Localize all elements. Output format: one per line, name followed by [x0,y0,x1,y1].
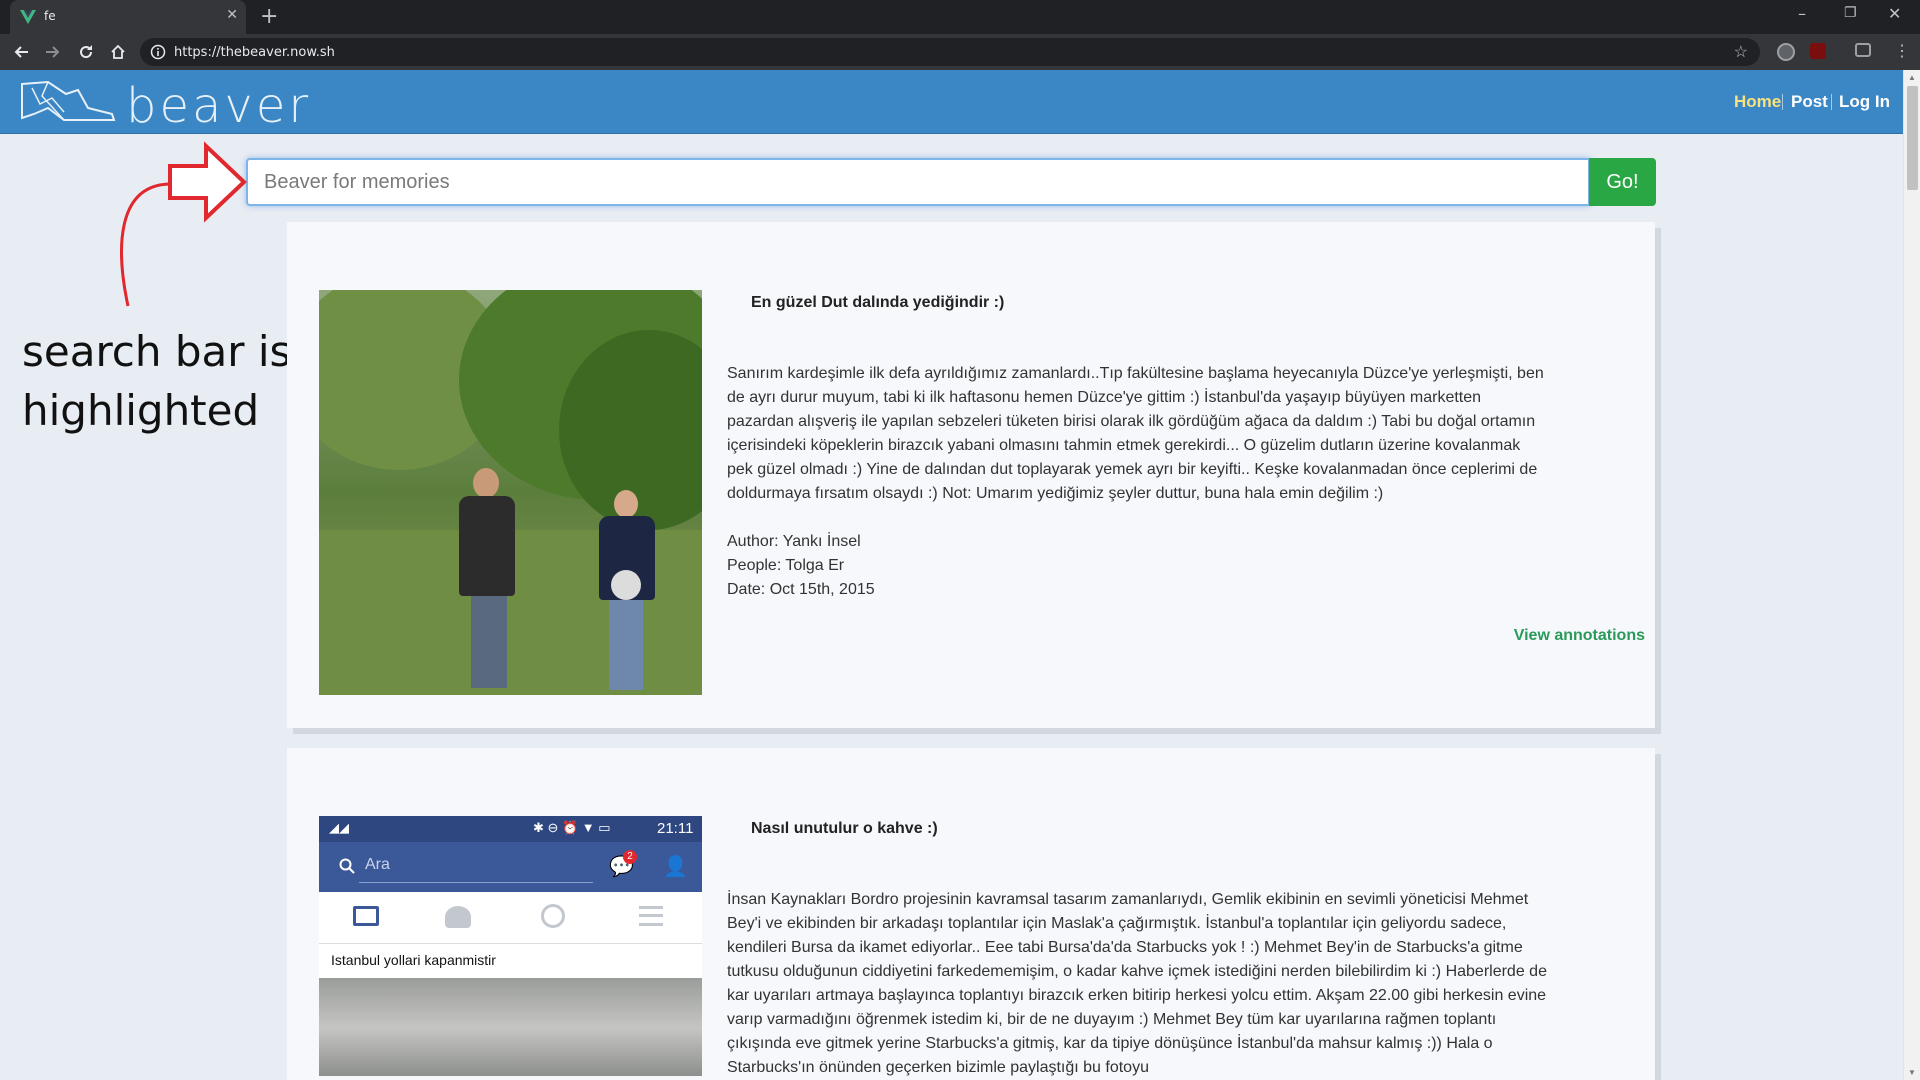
friend-requests-icon: 👤 [663,856,688,878]
person-figure [597,490,657,690]
scroll-up-icon[interactable]: ▲ [1908,73,1916,82]
annotation-text: search bar is highlighted [22,327,292,435]
home-icon[interactable] [106,40,130,64]
memory-photo[interactable] [319,290,702,695]
notification-badge: 2 [623,850,637,864]
bookmark-star-icon[interactable]: ☆ [1734,42,1748,62]
memory-card: ◢◢ ✱ ⊖ ⏰ ▼ ▭ 21:11 Ara 💬 2 👤 Istanbul yo… [287,748,1655,1080]
signal-icon: ◢◢ [329,820,349,835]
memory-people: People: Tolga Er [727,557,845,574]
nav-post-link[interactable]: Post [1791,92,1828,112]
nav-home-link[interactable]: Home [1734,92,1781,112]
memory-author: Author: Yankı İnsel [727,533,861,550]
restore-icon[interactable]: ❐ [1844,5,1857,21]
minimize-icon[interactable]: – [1798,4,1806,23]
address-bar[interactable]: https://thebeaver.now.sh ☆ [140,38,1760,66]
phone-search-bar: Ara 💬 2 👤 [319,842,702,892]
view-annotations-link[interactable]: View annotations [1514,627,1645,645]
friends-icon [445,906,471,928]
vue-favicon-icon [20,10,36,24]
memory-title: Nasıl unutulur o kahve :) [751,820,938,837]
phone-post-caption: Istanbul yollari kapanmistir [319,944,702,978]
menu-icon [639,906,663,926]
site-logo[interactable]: beaver [18,78,308,134]
nav-separator [1782,94,1783,110]
url-text: https://thebeaver.now.sh [174,45,335,60]
memory-body: Sanırım kardeşimle ilk defa ayrıldığımız… [727,365,1544,502]
news-feed-icon [353,906,379,926]
phone-status-bar: ◢◢ ✱ ⊖ ⏰ ▼ ▭ 21:11 [319,816,702,842]
memory-photo[interactable]: ◢◢ ✱ ⊖ ⏰ ▼ ▭ 21:11 Ara 💬 2 👤 Istanbul yo… [319,816,702,1076]
incognito-extension-icon[interactable] [1855,43,1871,57]
menu-kebab-icon[interactable]: ⋮ [1894,41,1910,61]
nav-login-link[interactable]: Log In [1839,92,1890,112]
tab-title: fe [44,9,56,23]
search-input[interactable] [246,158,1590,206]
search-icon [339,858,355,874]
back-icon[interactable] [10,40,34,64]
memory-title: En güzel Dut dalında yediğindir :) [751,294,1005,311]
new-tab-button[interactable]: + [260,4,278,29]
window-close-icon[interactable]: ✕ [1888,4,1901,23]
reload-icon[interactable] [74,40,98,64]
logo-text: beaver [126,78,312,134]
annotation-arrow-icon [120,141,247,307]
nav-separator [1831,94,1832,110]
go-button[interactable]: Go! [1589,158,1656,206]
globe-icon [541,904,565,928]
browser-tabbar: fe ✕ + – ❐ ✕ [0,0,1920,34]
phone-post-photo [319,978,702,1076]
person-figure [457,468,517,688]
memory-date: Date: Oct 15th, 2015 [727,581,875,598]
memory-body: İnsan Kaynakları Bordro projesinin kavra… [727,891,1547,1076]
status-icons: ✱ ⊖ ⏰ ▼ ▭ [533,820,611,835]
page-scrollbar[interactable]: ▲ ▼ [1903,70,1920,1080]
scroll-thumb[interactable] [1907,86,1918,190]
beaver-logo-icon [21,80,116,121]
globe-extension-icon[interactable] [1777,43,1795,61]
tab-close-icon[interactable]: ✕ [226,7,238,23]
browser-tab[interactable]: fe ✕ [10,0,246,34]
forward-icon[interactable] [40,40,64,64]
phone-time: 21:11 [657,820,694,837]
info-icon[interactable] [150,44,166,60]
phone-tab-bar [319,892,702,944]
browser-toolbar: https://thebeaver.now.sh ☆ ⋮ [0,34,1920,70]
site-header: beaver Home Post Log In [0,70,1903,134]
memory-card: En güzel Dut dalında yediğindir :) Sanır… [287,222,1655,728]
scroll-down-icon[interactable]: ▼ [1908,1068,1916,1077]
ublock-extension-icon[interactable] [1810,43,1826,59]
phone-search-placeholder: Ara [365,856,390,873]
